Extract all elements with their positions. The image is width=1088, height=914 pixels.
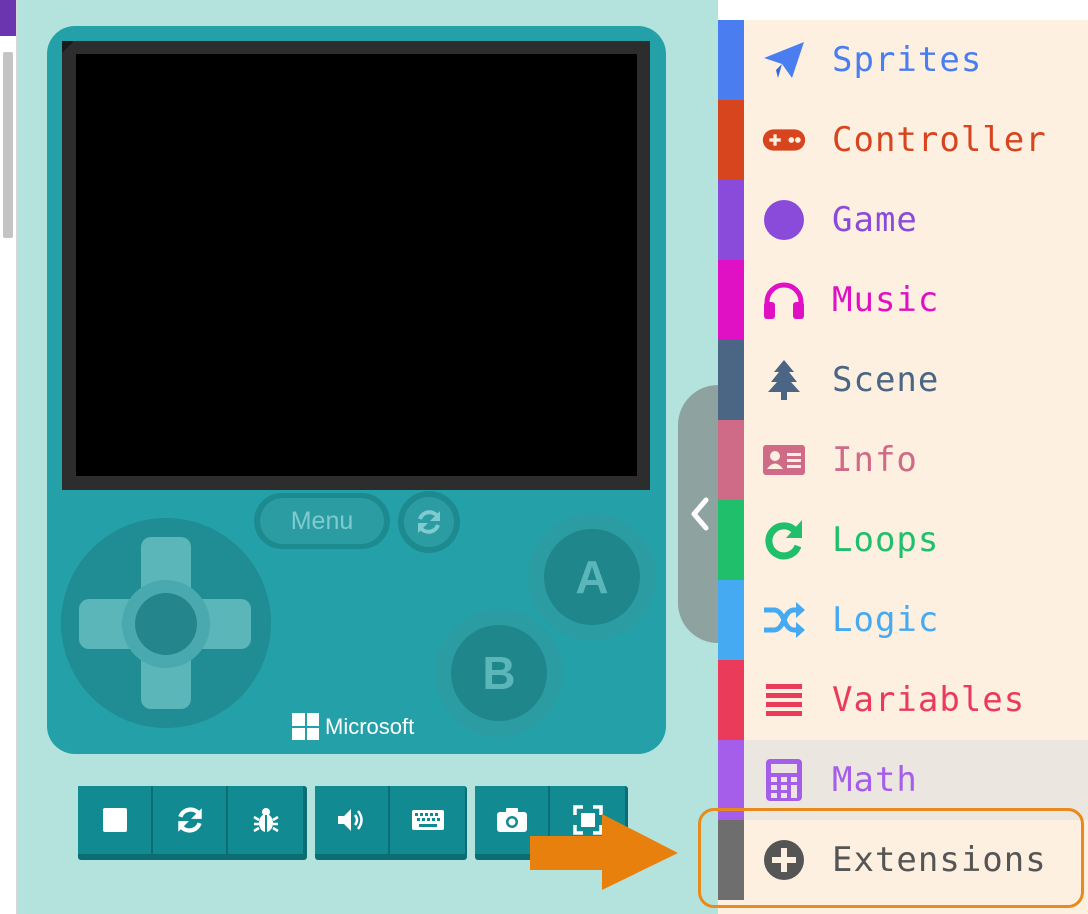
a-button[interactable]: A xyxy=(544,529,640,625)
list-icon xyxy=(762,678,806,722)
id-card-icon xyxy=(762,438,806,482)
stop-button[interactable] xyxy=(78,786,153,854)
paper-plane-icon xyxy=(762,38,806,82)
category-label: Variables xyxy=(832,680,1026,720)
category-color-bar xyxy=(718,580,744,660)
category-color-bar xyxy=(718,420,744,500)
windows-logo-icon xyxy=(292,713,319,740)
left-strip-accent xyxy=(0,0,16,36)
scrollbar-thumb[interactable] xyxy=(3,52,13,238)
category-color-bar xyxy=(718,180,744,260)
keyboard-button[interactable] xyxy=(390,786,465,854)
microsoft-wordmark: Microsoft xyxy=(325,713,415,739)
category-color-bar xyxy=(718,500,744,580)
menu-button[interactable]: Menu xyxy=(260,498,384,544)
headphones-icon xyxy=(762,278,806,322)
chevron-left-icon xyxy=(691,497,709,531)
circle-icon xyxy=(762,198,806,242)
category-color-bar xyxy=(718,660,744,740)
sound-icon xyxy=(337,809,363,831)
b-button[interactable]: B xyxy=(451,625,547,721)
tree-icon xyxy=(762,358,806,402)
collapse-simulator-button[interactable] xyxy=(678,385,722,643)
category-color-bar xyxy=(718,20,744,100)
left-scroll-strip xyxy=(0,0,17,914)
redo-icon xyxy=(762,518,806,562)
restart-icon xyxy=(177,807,202,833)
category-label: Music xyxy=(832,280,940,320)
mute-button[interactable] xyxy=(315,786,390,854)
category-controller[interactable]: Controller xyxy=(718,100,1088,180)
toolbar-group-io xyxy=(315,786,467,860)
toolbox-search-area xyxy=(718,0,1088,20)
category-label: Scene xyxy=(832,360,940,400)
reset-icon xyxy=(418,510,440,534)
category-label: Controller xyxy=(832,120,1047,160)
arrow-right-icon xyxy=(530,814,678,890)
microsoft-logo: Microsoft xyxy=(292,713,414,740)
game-screen[interactable] xyxy=(76,54,637,476)
category-variables[interactable]: Variables xyxy=(718,660,1088,740)
extensions-highlight-box xyxy=(698,808,1084,908)
bug-icon xyxy=(252,808,279,833)
reset-button[interactable] xyxy=(404,497,454,547)
category-game[interactable]: Game xyxy=(718,180,1088,260)
category-color-bar xyxy=(718,340,744,420)
category-scene[interactable]: Scene xyxy=(718,340,1088,420)
category-sprites[interactable]: Sprites xyxy=(718,20,1088,100)
category-color-bar xyxy=(718,100,744,180)
category-loops[interactable]: Loops xyxy=(718,500,1088,580)
category-label: Info xyxy=(832,440,918,480)
gamepad-icon xyxy=(762,118,806,162)
category-label: Game xyxy=(832,200,918,240)
category-logic[interactable]: Logic xyxy=(718,580,1088,660)
category-label: Sprites xyxy=(832,40,983,80)
toolbox: Sprites Controller Game Music Scene Info… xyxy=(718,0,1088,914)
category-label: Logic xyxy=(832,600,940,640)
category-color-bar xyxy=(718,260,744,340)
category-label: Loops xyxy=(832,520,940,560)
calculator-icon xyxy=(762,758,806,802)
category-music[interactable]: Music xyxy=(718,260,1088,340)
toolbar-group-run xyxy=(78,786,307,860)
category-info[interactable]: Info xyxy=(718,420,1088,500)
dpad-center xyxy=(135,593,197,655)
restart-button[interactable] xyxy=(153,786,228,854)
camera-icon xyxy=(496,808,527,832)
debug-button[interactable] xyxy=(228,786,303,854)
keyboard-icon xyxy=(411,810,444,830)
stop-icon xyxy=(102,808,127,832)
shuffle-icon xyxy=(762,598,806,642)
